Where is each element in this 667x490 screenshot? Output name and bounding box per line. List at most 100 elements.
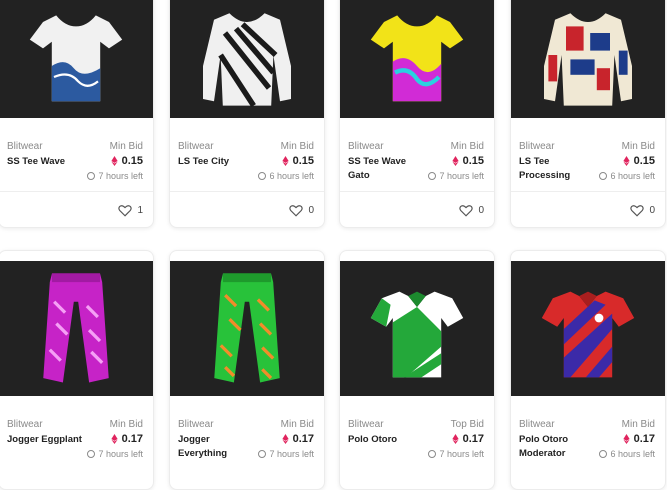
heart-icon <box>289 205 304 217</box>
heart-icon <box>118 205 133 217</box>
time-left-text: 6 hours left <box>269 171 314 181</box>
time-left: 6 hours left <box>258 171 314 181</box>
like-button[interactable]: 1 <box>118 204 143 217</box>
product-card[interactable]: Blitwear Polo Otoro Top Bid 0.17 7 hours… <box>339 250 495 490</box>
price-value: 0.17 <box>292 433 314 445</box>
like-button[interactable]: 0 <box>630 204 655 217</box>
price: 0.17 <box>622 433 655 445</box>
time-left: 7 hours left <box>428 449 484 459</box>
price: 0.15 <box>451 155 484 167</box>
product-image[interactable] <box>170 0 324 118</box>
brand-label: Blitwear <box>348 141 384 152</box>
tshirt-icon <box>370 14 464 101</box>
clock-icon <box>599 450 608 458</box>
product-image[interactable] <box>0 0 153 118</box>
brand-label: Blitwear <box>519 419 555 430</box>
product-image[interactable] <box>511 0 665 118</box>
longsleeve-icon <box>544 12 632 106</box>
price: 0.15 <box>110 155 143 167</box>
brand-label: Blitwear <box>178 419 214 430</box>
clock-icon <box>428 172 437 180</box>
jogger-icon <box>214 272 280 382</box>
brand-label: Blitwear <box>348 419 384 430</box>
product-name: LS Tee Processing <box>519 156 571 181</box>
bid-label: Min Bid <box>109 141 143 152</box>
product-image[interactable] <box>0 261 153 396</box>
product-card[interactable]: Blitwear LS Tee Processing Min Bid 0.15 … <box>510 0 666 228</box>
eth-icon <box>451 156 459 166</box>
product-name: Polo Otoro <box>348 434 398 445</box>
product-card[interactable]: Blitwear SS Tee Wave Gato Min Bid 0.15 7… <box>339 0 495 228</box>
time-left-text: 7 hours left <box>439 449 484 459</box>
price-value: 0.15 <box>292 155 314 167</box>
product-name: LS Tee City <box>178 156 230 167</box>
clock-icon <box>258 172 267 180</box>
heart-icon <box>630 205 645 217</box>
time-left-text: 6 hours left <box>610 449 655 459</box>
time-left-text: 7 hours left <box>98 171 143 181</box>
product-name: Polo Otoro Moderator <box>519 434 569 459</box>
eth-icon <box>110 156 118 166</box>
product-card[interactable]: Blitwear SS Tee Wave Min Bid 0.15 7 hour… <box>0 0 154 228</box>
eth-icon <box>451 434 459 444</box>
price-value: 0.15 <box>633 155 655 167</box>
product-name: Jogger Everything <box>178 434 228 459</box>
divider <box>170 191 324 192</box>
product-name: Jogger Eggplant <box>7 434 82 445</box>
jogger-icon <box>43 272 109 382</box>
heart-icon <box>459 205 474 217</box>
clock-icon <box>599 172 608 180</box>
price-value: 0.17 <box>462 433 484 445</box>
clock-icon <box>87 172 96 180</box>
divider <box>0 191 153 192</box>
clock-icon <box>428 450 437 458</box>
bid-label: Min Bid <box>280 141 314 152</box>
product-card[interactable]: Blitwear Jogger Everything Min Bid 0.17 … <box>169 250 325 490</box>
price: 0.17 <box>281 433 314 445</box>
time-left: 6 hours left <box>599 171 655 181</box>
product-image[interactable] <box>170 261 324 396</box>
time-left: 7 hours left <box>87 449 143 459</box>
clock-icon <box>258 450 267 458</box>
bid-label: Min Bid <box>621 141 655 152</box>
price: 0.17 <box>110 433 143 445</box>
product-card[interactable]: Blitwear LS Tee City Min Bid 0.15 6 hour… <box>169 0 325 228</box>
product-image[interactable] <box>511 261 665 396</box>
product-card[interactable]: Blitwear Polo Otoro Moderator Min Bid 0.… <box>510 250 666 490</box>
price: 0.15 <box>622 155 655 167</box>
price-value: 0.17 <box>121 433 143 445</box>
tshirt-icon <box>29 14 123 101</box>
like-count: 0 <box>308 205 314 216</box>
bid-label: Min Bid <box>450 141 484 152</box>
time-left: 7 hours left <box>258 449 314 459</box>
like-button[interactable]: 0 <box>289 204 314 217</box>
clock-icon <box>87 450 96 458</box>
brand-label: Blitwear <box>519 141 555 152</box>
bid-label: Min Bid <box>280 419 314 430</box>
bid-label: Top Bid <box>450 419 484 430</box>
time-left-text: 7 hours left <box>98 449 143 459</box>
product-name: SS Tee Wave <box>7 156 66 167</box>
like-count: 0 <box>649 205 655 216</box>
brand-label: Blitwear <box>7 419 43 430</box>
product-card[interactable]: Blitwear Jogger Eggplant Min Bid 0.17 7 … <box>0 250 154 490</box>
price-value: 0.17 <box>633 433 655 445</box>
like-count: 1 <box>137 205 143 216</box>
eth-icon <box>622 434 630 444</box>
polo-icon <box>541 291 635 377</box>
like-button[interactable]: 0 <box>459 204 484 217</box>
bid-label: Min Bid <box>621 419 655 430</box>
time-left-text: 6 hours left <box>610 171 655 181</box>
time-left: 7 hours left <box>428 171 484 181</box>
product-image[interactable] <box>340 261 494 396</box>
polo-icon <box>370 291 464 377</box>
eth-icon <box>622 156 630 166</box>
time-left: 6 hours left <box>599 449 655 459</box>
product-image[interactable] <box>340 0 494 118</box>
eth-icon <box>281 156 289 166</box>
divider <box>340 191 494 192</box>
brand-label: Blitwear <box>7 141 43 152</box>
eth-icon <box>110 434 118 444</box>
time-left: 7 hours left <box>87 171 143 181</box>
eth-icon <box>281 434 289 444</box>
